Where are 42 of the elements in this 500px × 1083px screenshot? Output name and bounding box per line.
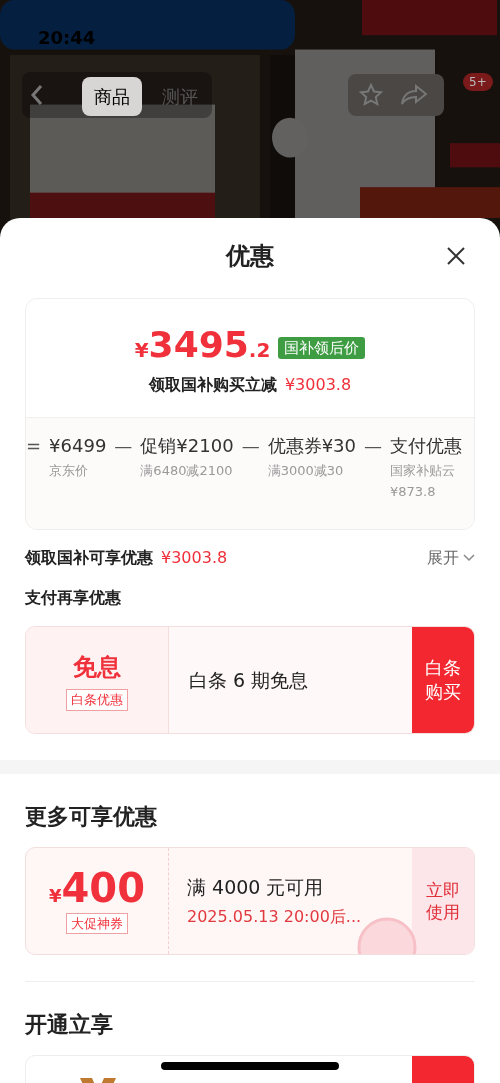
top-tab[interactable]: 测评 — [150, 77, 210, 116]
breakdown-note: ¥873.8 — [390, 483, 437, 500]
breakdown-amount: 优惠券¥30 — [267, 434, 356, 458]
breakdown-note: 满3000减30 — [267, 462, 345, 479]
card-tag: 大促神券 — [66, 912, 128, 935]
section-title: 更多可享优惠 — [25, 803, 158, 831]
operator-sign: — — [241, 434, 260, 458]
back-icon[interactable] — [30, 84, 44, 106]
breakdown-amount: ¥6499 — [49, 434, 107, 458]
installment-text: 白条 6 期免息 — [189, 667, 309, 693]
price-tag: 国补领后价 — [278, 336, 366, 359]
breakdown-note: 国家补贴云 — [390, 462, 456, 479]
star-icon[interactable] — [358, 83, 384, 107]
subsidy-total: ¥3003.8 — [161, 547, 228, 569]
breakdown-note: 满6480减2100 — [140, 462, 234, 479]
coupon-value: ¥400 — [49, 867, 145, 909]
subsidy-label: 领取国补可享优惠 — [25, 547, 153, 569]
interest-free-label: 免息 — [73, 652, 121, 684]
coupon-condition: 满 4000 元可用 — [187, 874, 325, 900]
use-now-button[interactable]: 立即使用 — [412, 848, 474, 954]
operator-sign: — — [364, 434, 382, 458]
top-tab[interactable]: 商品 — [82, 77, 142, 116]
breakdown-amount: 促销¥2100 — [140, 434, 234, 458]
cart-badge: 5+ — [463, 73, 493, 91]
final-price: ¥3495.2 — [134, 327, 271, 365]
status-time: 20:44 — [38, 26, 96, 50]
operator-sign: — — [114, 434, 133, 458]
subsidy-text: 领取国补购买立减 — [148, 374, 277, 396]
card-tag: 白条优惠 — [66, 689, 128, 711]
buy-button[interactable]: 白条购买 — [412, 627, 474, 733]
coupon-validity: 2025.05.13 20:00后... — [187, 906, 363, 929]
breakdown-note: 京东价 — [49, 462, 90, 479]
subsidy-amount: ¥3003.8 — [284, 374, 352, 396]
expand-toggle[interactable]: 展开 — [427, 546, 475, 570]
share-icon[interactable] — [400, 83, 428, 107]
section-title: 支付再享优惠 — [25, 587, 122, 609]
sheet-title: 优惠 — [226, 241, 274, 272]
operator-sign: = — [26, 434, 42, 458]
breakdown-amount: 支付优惠 — [390, 434, 462, 458]
close-icon[interactable] — [446, 246, 466, 266]
chevron-icon — [463, 554, 475, 562]
section-title: 开通立享 — [25, 1011, 114, 1039]
